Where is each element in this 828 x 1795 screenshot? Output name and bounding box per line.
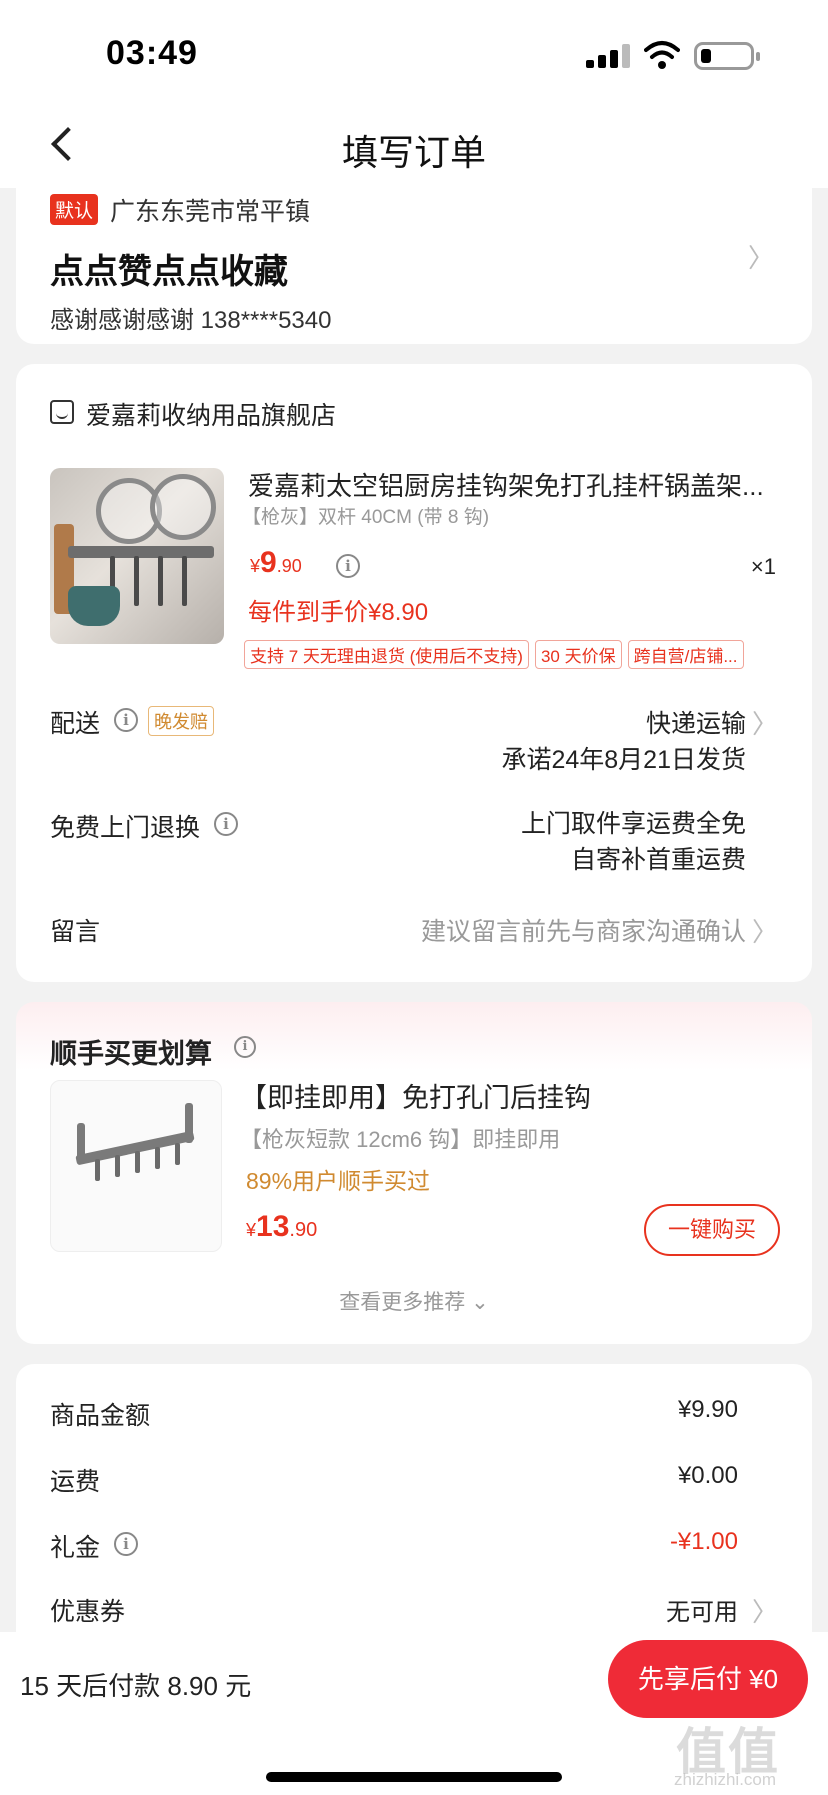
recommend-card: 顺手买更划算 i 【即挂即用】免打孔门后挂钩 【枪灰短款 12cm6 钩】即挂即… [16,1002,812,1344]
address-card[interactable]: 默认 广东东莞市常平镇 点点赞点点收藏 感谢感谢感谢 138****5340 〉 [16,188,812,344]
summary-label: 商品金额 [50,1402,151,1430]
checkout-button[interactable]: 先享后付 ¥0 [608,1640,808,1718]
contact-info: 感谢感谢感谢 138****5340 [50,307,332,334]
footer-bar: 15 天后付款 8.90 元 先享后付 ¥0 值值值 zhizhizhi.com [0,1632,828,1795]
message-input[interactable]: 建议留言前先与商家沟通确认 [421,912,746,948]
price-info-icon[interactable]: i [336,554,360,578]
shop-name[interactable]: 爱嘉莉收纳用品旗舰店 [86,396,336,432]
service-tags: 支持 7 天无理由退货 (使用后不支持) 30 天价保 跨自营/店铺... [244,640,744,669]
product-title: 爱嘉莉太空铝厨房挂钩架免打孔挂杆锅盖架... [248,471,764,501]
one-click-buy-button[interactable]: 一键购买 [644,1204,780,1256]
default-badge: 默认 [50,194,99,225]
signal-icon [586,44,630,68]
recommend-bought: 89%用户顺手买过 [246,1168,431,1194]
service-tag: 跨自营/店铺... [627,640,744,669]
service-tag: 支持 7 天无理由退货 (使用后不支持) [244,640,529,669]
chevron-right-icon: 〉 [747,243,774,273]
chevron-right-icon: 〉 [751,709,778,739]
return-line2: 自寄补首重运费 [570,846,746,874]
summary-label: 礼金 [50,1534,101,1562]
summary-value: -¥1.00 [669,1528,738,1555]
delivery-method[interactable]: 快递运输 [646,704,746,740]
final-price: 每件到手价¥8.90 [248,599,429,626]
product-price: ¥9.90 [250,546,302,579]
address-detail: 点点赞点点收藏 [50,253,288,291]
battery-icon [694,42,760,70]
summary-row[interactable]: 优惠券 无可用 〉 [50,1592,778,1632]
page-title: 填写订单 [341,132,486,173]
nav-bar: 填写订单 [0,100,828,188]
summary-card: 商品金额 ¥9.90 运费 ¥0.00 礼金 i -¥1.00 优惠券 无可用 … [16,1364,812,1664]
summary-value: ¥9.90 [677,1396,738,1423]
more-recommend-link[interactable]: 查看更多推荐 ⌄ [16,1286,812,1316]
chevron-right-icon: 〉 [751,1597,778,1627]
delivery-label: 配送 [50,710,101,738]
status-bar: 03:49 [0,0,828,100]
pay-later-text: 15 天后付款 8.90 元 [20,1671,252,1701]
service-tag: 30 天价保 [534,640,622,669]
summary-value: 无可用 [666,1599,738,1626]
shop-icon [50,400,74,424]
recommend-name: 【即挂即用】免打孔门后挂钩 [240,1083,591,1113]
return-label: 免费上门退换 [50,814,201,842]
delivery-info-icon[interactable]: i [114,708,138,732]
product-image[interactable] [50,468,224,644]
summary-label: 优惠券 [50,1598,126,1626]
home-indicator [266,1772,562,1782]
order-card: 爱嘉莉收纳用品旗舰店 爱嘉莉太空铝厨房挂钩架免打孔挂杆锅盖架... 【枪灰】双杆… [16,364,812,982]
address-region: 广东东莞市常平镇 [110,198,311,226]
product-spec: 【枪灰】双杆 40CM (带 8 钩) [242,507,490,528]
chevron-right-icon: 〉 [751,917,778,947]
summary-row: 商品金额 ¥9.90 [50,1396,778,1436]
summary-value: ¥0.00 [677,1462,738,1489]
recommend-image[interactable] [50,1080,222,1252]
summary-row: 礼金 i -¥1.00 [50,1528,778,1568]
gift-info-icon[interactable]: i [114,1532,138,1556]
quantity: ×1 [750,554,776,579]
return-info-icon[interactable]: i [214,812,238,836]
recommend-price: ¥13.90 [246,1210,318,1243]
summary-label: 运费 [50,1468,101,1496]
return-line1: 上门取件享运费全免 [520,810,746,838]
delivery-promise: 承诺24年8月21日发货 [501,746,746,774]
recommend-title: 顺手买更划算 [50,1039,212,1069]
late-badge: 晚发赔 [148,706,214,736]
wifi-icon [644,41,680,69]
watermark-url: zhizhizhi.com [674,1770,777,1789]
summary-row: 运费 ¥0.00 [50,1462,778,1502]
recommend-spec: 【枪灰短款 12cm6 钩】即挂即用 [240,1127,561,1152]
recommend-info-icon[interactable]: i [234,1036,256,1058]
status-time: 03:49 [106,34,198,72]
message-label: 留言 [50,918,101,946]
